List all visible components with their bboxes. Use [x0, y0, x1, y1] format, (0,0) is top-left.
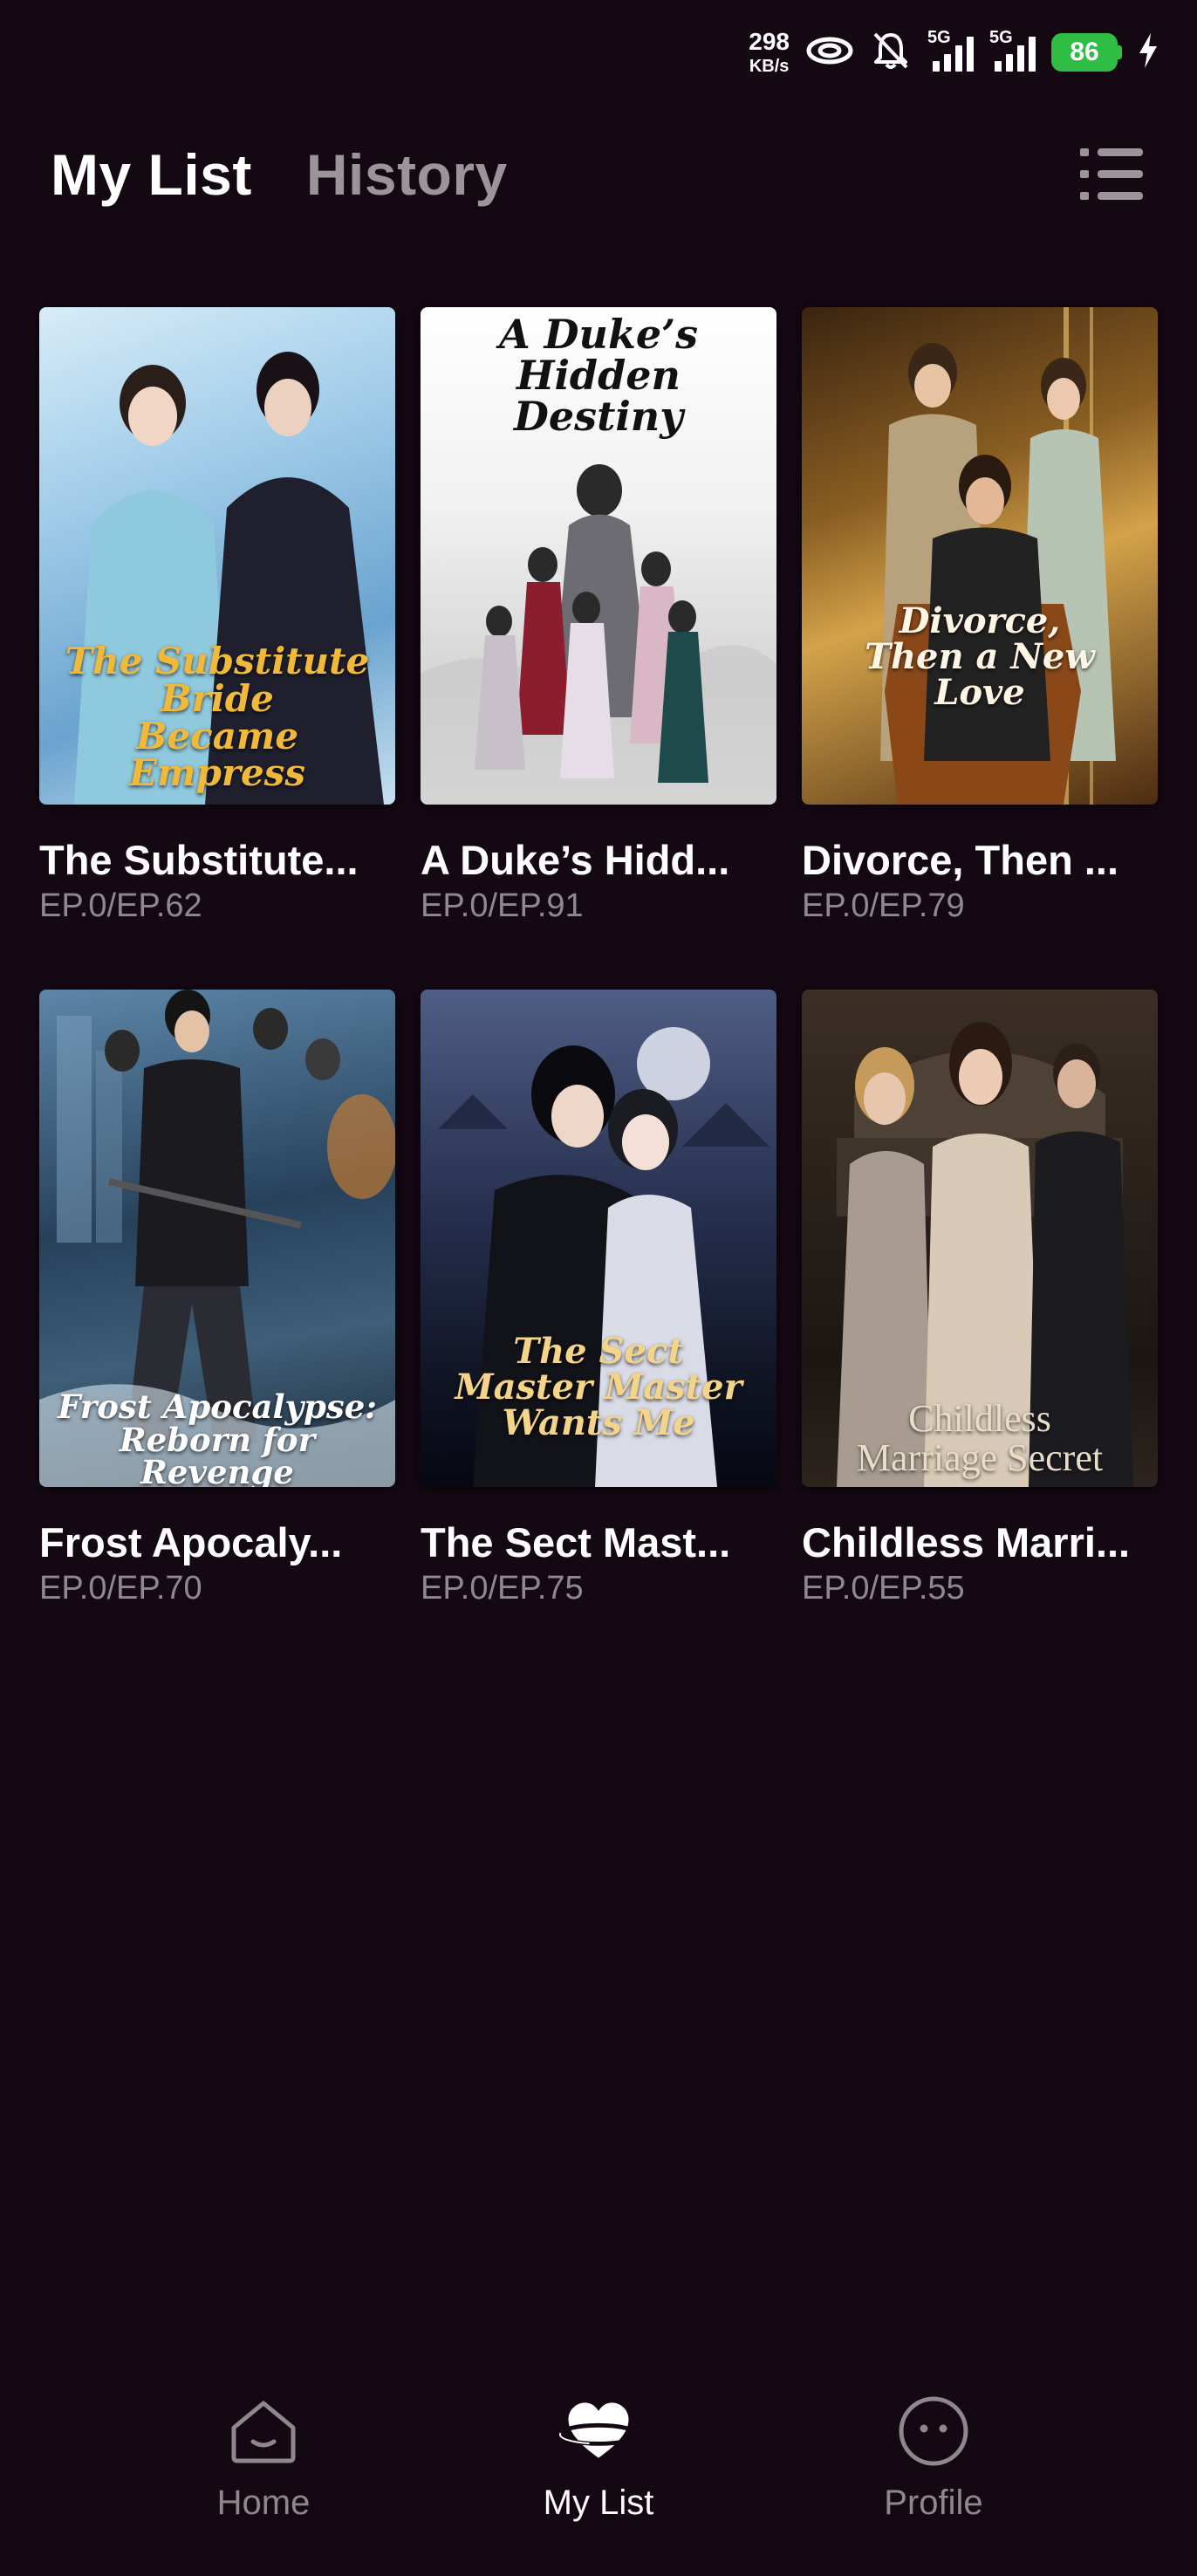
- episode-progress: EP.0/EP.79: [802, 887, 965, 924]
- heart-planet-icon: [558, 2391, 639, 2471]
- nav-my-list[interactable]: My List: [503, 2391, 694, 2557]
- poster-title-art: The Sect Master Master Wants Me: [455, 1331, 742, 1443]
- sim1-network-type: 5G: [927, 28, 951, 47]
- poster-title-art: Frost Apocalypse: Reborn for Revenge: [58, 1387, 377, 1487]
- list-menu-icon: [1080, 148, 1143, 200]
- poster-title-art: Divorce, Then a New Love: [865, 600, 1095, 713]
- signal-icon: 5G: [927, 28, 974, 72]
- drama-poster[interactable]: The Sect Master Master Wants Me: [421, 990, 776, 1487]
- list-menu-button[interactable]: [1077, 140, 1146, 209]
- tab-my-list[interactable]: My List: [51, 141, 252, 208]
- battery-level: 86: [1051, 33, 1118, 72]
- drama-poster[interactable]: A Duke’s Hidden Destiny: [421, 307, 776, 805]
- drama-card[interactable]: Childless Marriage Secret Childless Marr…: [802, 990, 1158, 1607]
- signal-icon: 5G: [989, 28, 1036, 72]
- nav-my-list-label: My List: [543, 2484, 654, 2522]
- profile-face-icon: [893, 2391, 974, 2471]
- drama-card[interactable]: The Substitute Bride Became Empress The …: [39, 307, 395, 925]
- battery-icon: 86: [1051, 33, 1122, 72]
- nav-profile-label: Profile: [884, 2484, 983, 2522]
- poster-title-art: A Duke’s Hidden Destiny: [498, 311, 699, 440]
- drama-card[interactable]: A Duke’s Hidden Destiny A Duke’s Hidd...…: [421, 307, 776, 925]
- status-bar: 298 KB/s 5G 5G 86: [749, 21, 1159, 84]
- episode-progress: EP.0/EP.91: [421, 887, 584, 924]
- drama-poster[interactable]: The Substitute Bride Became Empress: [39, 307, 395, 805]
- bottom-navigation: Home My List Profile: [0, 2391, 1197, 2557]
- poster-title-art: Childless Marriage Secret: [856, 1397, 1104, 1479]
- episode-progress: EP.0/EP.75: [421, 1570, 584, 1607]
- drama-title: A Duke’s Hidd...: [421, 837, 730, 883]
- drama-title: Childless Marri...: [802, 1519, 1131, 1565]
- nav-profile[interactable]: Profile: [838, 2391, 1029, 2557]
- nav-home-label: Home: [216, 2484, 311, 2522]
- drama-poster[interactable]: Frost Apocalypse: Reborn for Revenge: [39, 990, 395, 1487]
- network-speed-value: 298: [749, 28, 790, 55]
- drama-card[interactable]: The Sect Master Master Wants Me The Sect…: [421, 990, 776, 1607]
- hotspot-icon: [805, 31, 854, 74]
- mute-bell-icon: [870, 30, 912, 76]
- drama-title: Frost Apocaly...: [39, 1519, 343, 1565]
- drama-title: The Sect Mast...: [421, 1519, 731, 1565]
- episode-progress: EP.0/EP.70: [39, 1570, 202, 1607]
- network-speed: 298 KB/s: [749, 28, 790, 76]
- page-header: My List History: [51, 131, 1146, 218]
- episode-progress: EP.0/EP.62: [39, 887, 202, 924]
- poster-title-art: The Substitute Bride Became Empress: [65, 640, 370, 795]
- sim2-network-type: 5G: [989, 28, 1013, 47]
- episode-progress: EP.0/EP.55: [802, 1570, 965, 1607]
- tab-history[interactable]: History: [306, 141, 508, 208]
- my-list-grid: The Substitute Bride Became Empress The …: [39, 307, 1159, 1607]
- drama-poster[interactable]: Divorce, Then a New Love: [802, 307, 1158, 805]
- drama-poster[interactable]: Childless Marriage Secret: [802, 990, 1158, 1487]
- charging-bolt-icon: [1138, 32, 1159, 72]
- drama-card[interactable]: Divorce, Then a New Love Divorce, Then .…: [802, 307, 1158, 925]
- network-speed-unit: KB/s: [749, 57, 790, 76]
- drama-card[interactable]: Frost Apocalypse: Reborn for Revenge Fro…: [39, 990, 395, 1607]
- nav-home[interactable]: Home: [168, 2391, 359, 2557]
- drama-title: The Substitute...: [39, 837, 359, 883]
- drama-title: Divorce, Then ...: [802, 837, 1119, 883]
- home-icon: [223, 2391, 304, 2471]
